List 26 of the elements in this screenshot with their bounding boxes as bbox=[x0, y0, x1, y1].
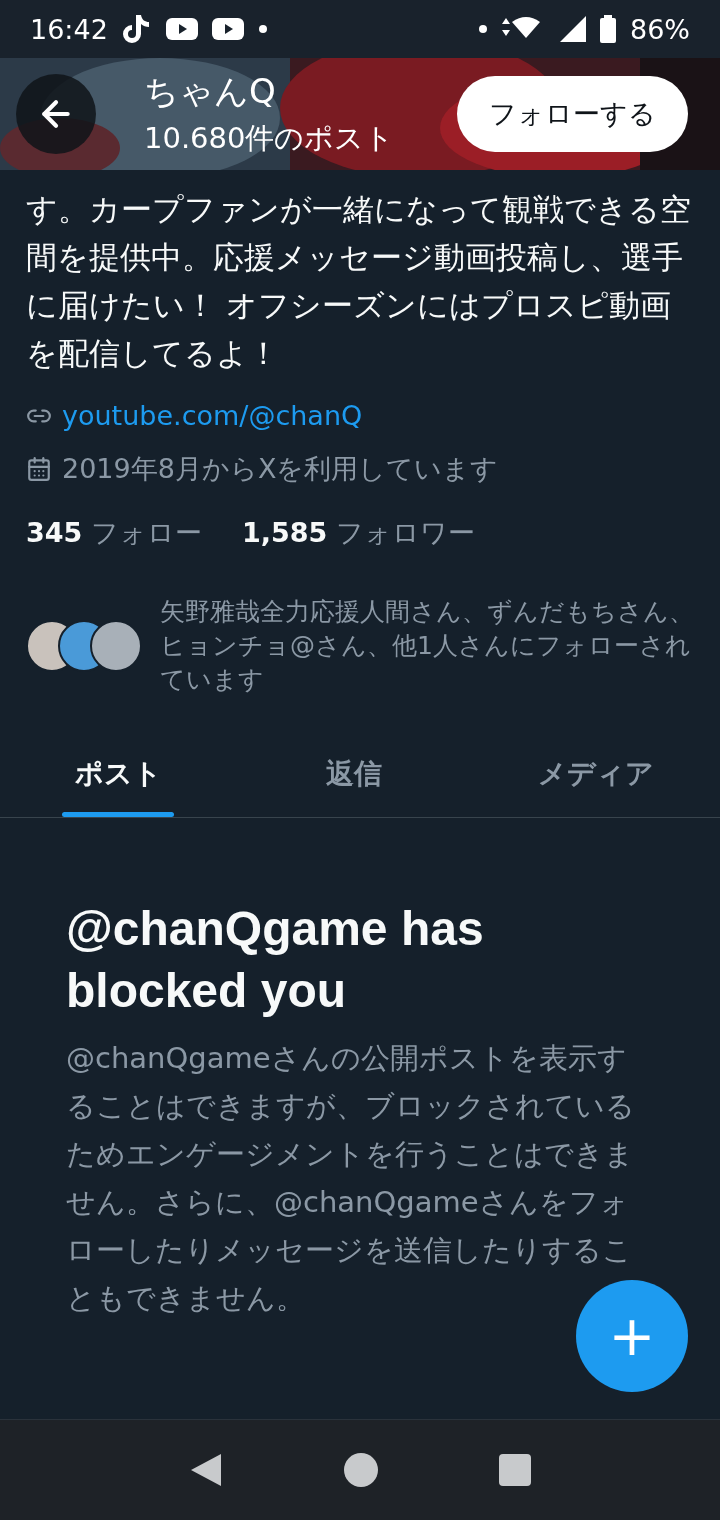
home-icon[interactable] bbox=[343, 1452, 379, 1488]
status-time: 16:42 bbox=[30, 13, 108, 45]
profile-tab[interactable]: 返信 bbox=[236, 731, 472, 817]
follow-stat-link[interactable]: 345 フォロー bbox=[26, 515, 202, 551]
post-count: 10.680件のポスト bbox=[144, 120, 396, 157]
profile-tab[interactable]: ポスト bbox=[0, 731, 236, 817]
blocked-title: @chanQgame has blocked you bbox=[66, 901, 485, 1019]
profile-name: ちゃんQ bbox=[144, 70, 277, 113]
join-date: 2019年8月からXを利用しています bbox=[62, 452, 499, 486]
followed-by-text[interactable]: 矢野雅哉全力応援人間さん、ずんだもちさん、ヒョンチョ@さん、他1人さんにフォローされています bbox=[160, 595, 696, 697]
dot-icon bbox=[257, 24, 268, 34]
tiktok-icon bbox=[121, 13, 152, 45]
profile-bio: す。カープファンが一緒になって観戦できる空間を提供中。応援メッセージ動画投稿し、選手に届けたい！ オフシーズンにはプロスピ動画を配信してるよ！ bbox=[26, 191, 692, 373]
follow-stat-link[interactable]: 1,585 フォロワー bbox=[241, 515, 475, 551]
battery-icon bbox=[600, 15, 616, 43]
follow-button[interactable]: フォローする bbox=[457, 76, 688, 152]
compose-button[interactable]: + bbox=[576, 1280, 688, 1392]
profile-tab[interactable]: メディア bbox=[472, 731, 720, 817]
battery-level: 86% bbox=[630, 13, 690, 45]
back-icon[interactable] bbox=[189, 1452, 223, 1488]
dot-icon bbox=[478, 24, 488, 34]
calendar-icon bbox=[26, 456, 52, 482]
video-icon bbox=[165, 18, 198, 40]
signal-icon bbox=[560, 16, 586, 42]
video-icon bbox=[211, 18, 244, 40]
profile-link[interactable]: youtube.com/@chanQ bbox=[62, 400, 363, 431]
